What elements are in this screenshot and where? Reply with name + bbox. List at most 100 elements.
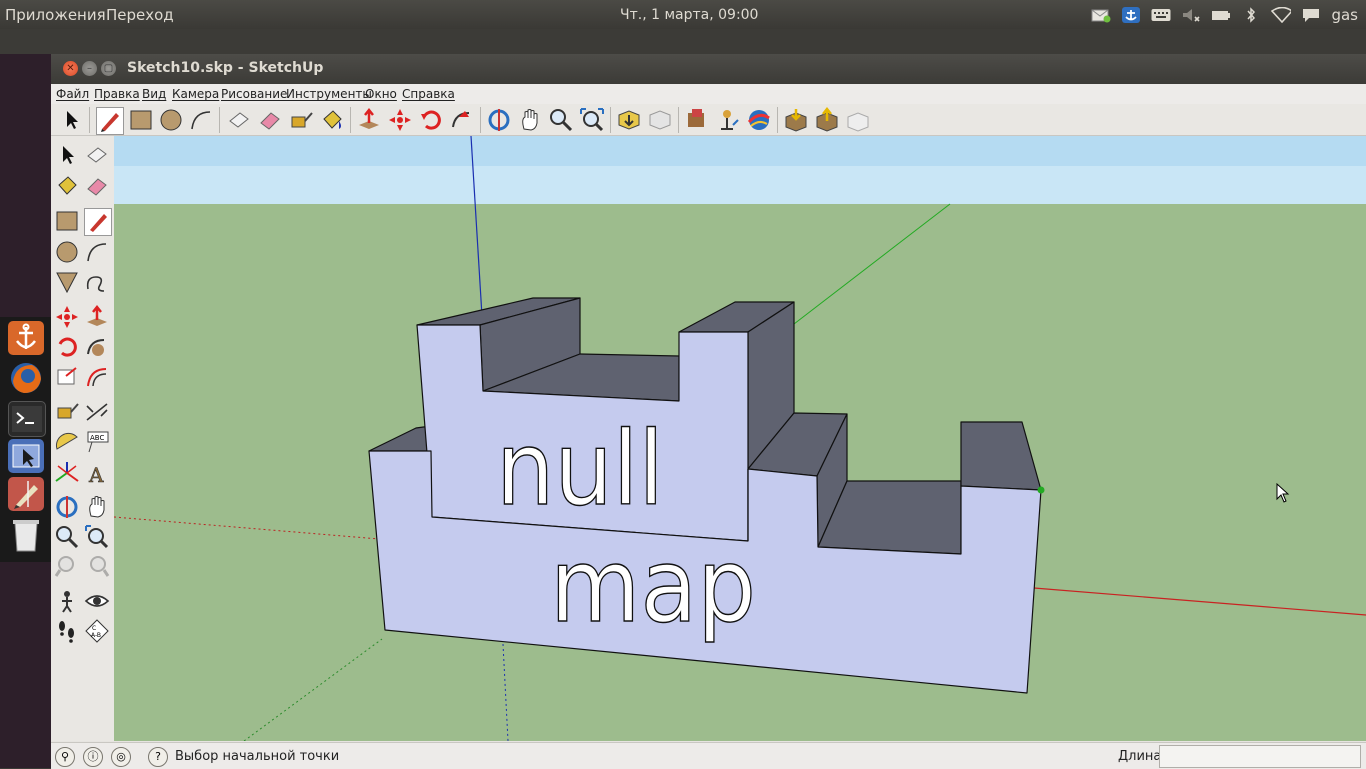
offset-icon[interactable] bbox=[84, 364, 110, 390]
chat-icon[interactable] bbox=[1301, 7, 1321, 23]
select-icon[interactable] bbox=[54, 142, 80, 168]
window-select-icon[interactable] bbox=[8, 439, 44, 473]
follow-me-icon[interactable] bbox=[84, 334, 110, 360]
trash-icon[interactable] bbox=[8, 515, 44, 552]
zoom-window-icon[interactable] bbox=[84, 524, 110, 550]
3d-viewport[interactable]: null map bbox=[114, 136, 1366, 741]
anchor-icon[interactable] bbox=[8, 321, 44, 355]
battery-icon[interactable] bbox=[1211, 7, 1231, 23]
firefox-icon[interactable] bbox=[8, 361, 44, 395]
3d-text-icon[interactable]: A bbox=[84, 460, 110, 488]
follow-me-icon[interactable] bbox=[449, 107, 475, 133]
mail-icon[interactable] bbox=[1091, 7, 1111, 23]
volume-muted-icon[interactable] bbox=[1181, 7, 1201, 23]
sketchup-icon[interactable] bbox=[8, 477, 44, 511]
wifi-icon[interactable] bbox=[1271, 6, 1292, 23]
make-component-icon[interactable] bbox=[84, 142, 110, 168]
circle-icon[interactable] bbox=[158, 107, 184, 133]
rotate-icon[interactable] bbox=[54, 334, 80, 360]
rectangle-icon[interactable] bbox=[128, 107, 154, 133]
polygon-icon[interactable] bbox=[54, 269, 80, 295]
google-earth-icon[interactable] bbox=[746, 107, 772, 133]
user-icon[interactable]: ◎ bbox=[111, 747, 131, 767]
component-icon[interactable] bbox=[684, 107, 710, 133]
menu-tools[interactable]: Инструменты bbox=[286, 87, 372, 101]
menu-file[interactable]: Файл bbox=[56, 87, 89, 101]
status-bar: ⚲ ⓘ ◎ ? Выбор начальной точки Длина bbox=[51, 742, 1366, 769]
place-model-icon[interactable] bbox=[715, 107, 741, 133]
move-icon[interactable] bbox=[387, 107, 413, 133]
eraser-block-icon[interactable] bbox=[226, 107, 252, 133]
zoom-extents-icon[interactable] bbox=[579, 107, 605, 133]
look-around-icon[interactable] bbox=[84, 588, 110, 614]
text-icon[interactable]: ABC bbox=[84, 429, 110, 455]
keyboard-icon[interactable] bbox=[1151, 7, 1171, 23]
geolocation-icon[interactable]: ⚲ bbox=[55, 747, 75, 767]
preview-icon[interactable] bbox=[845, 107, 871, 133]
close-button[interactable]: ✕ bbox=[63, 61, 78, 76]
walk-icon[interactable] bbox=[54, 618, 80, 644]
pencil-icon[interactable] bbox=[96, 107, 124, 135]
rotate-icon[interactable] bbox=[418, 107, 444, 133]
tape-measure-icon[interactable] bbox=[54, 398, 80, 424]
svg-text:A-B: A-B bbox=[91, 632, 101, 639]
window-titlebar[interactable]: ✕ – ▢ Sketch10.skp - SketchUp bbox=[51, 54, 1366, 84]
get-models-icon[interactable] bbox=[616, 107, 642, 133]
toolbar-separator bbox=[219, 107, 220, 133]
clock[interactable]: Чт., 1 марта, 09:00 bbox=[620, 7, 758, 23]
line-icon[interactable] bbox=[84, 208, 112, 236]
export-icon[interactable] bbox=[814, 106, 840, 133]
maximize-button[interactable]: ▢ bbox=[101, 61, 116, 76]
eraser-icon[interactable] bbox=[257, 107, 283, 133]
pan-icon[interactable] bbox=[517, 107, 543, 133]
import-icon[interactable] bbox=[783, 107, 809, 133]
menu-window[interactable]: Окно bbox=[365, 87, 397, 101]
protractor-icon[interactable] bbox=[54, 429, 80, 455]
share-model-icon[interactable] bbox=[647, 107, 673, 133]
select-icon[interactable] bbox=[58, 107, 84, 133]
panel-strip bbox=[0, 29, 1366, 54]
tape-icon[interactable] bbox=[288, 107, 314, 133]
position-camera-icon[interactable] bbox=[54, 588, 80, 614]
move-icon[interactable] bbox=[54, 304, 80, 330]
menubar: Файл Правка Вид Камера Рисование Инструм… bbox=[51, 84, 1366, 104]
zoom-icon[interactable] bbox=[548, 107, 574, 133]
menu-draw[interactable]: Рисование bbox=[221, 87, 287, 101]
paint-bucket-icon[interactable] bbox=[54, 173, 80, 199]
svg-text:C: C bbox=[92, 625, 96, 632]
axes-icon[interactable] bbox=[54, 460, 80, 486]
scale-icon[interactable] bbox=[54, 364, 80, 390]
freehand-icon[interactable] bbox=[84, 269, 110, 295]
arc-icon[interactable] bbox=[84, 239, 110, 265]
push-pull-icon[interactable] bbox=[84, 304, 110, 330]
circle-icon[interactable] bbox=[54, 239, 80, 265]
previous-view-icon[interactable] bbox=[54, 554, 80, 580]
menu-camera[interactable]: Камера bbox=[172, 87, 219, 101]
pan-icon[interactable] bbox=[84, 494, 110, 520]
applications-menu[interactable]: Приложения bbox=[5, 6, 106, 24]
dimension-icon[interactable] bbox=[84, 398, 110, 424]
toolbar-separator bbox=[610, 107, 611, 133]
help-icon[interactable]: ? bbox=[148, 747, 168, 767]
terminal-icon[interactable] bbox=[8, 401, 46, 437]
menu-view[interactable]: Вид bbox=[142, 87, 166, 101]
menu-edit[interactable]: Правка bbox=[94, 87, 140, 101]
menu-help[interactable]: Справка bbox=[402, 87, 455, 101]
credits-icon[interactable]: ⓘ bbox=[83, 747, 103, 767]
arc-icon[interactable] bbox=[188, 107, 214, 133]
next-view-icon[interactable] bbox=[84, 554, 110, 580]
rectangle-icon[interactable] bbox=[54, 208, 80, 234]
bluetooth-icon[interactable] bbox=[1241, 6, 1261, 23]
anchor-icon[interactable] bbox=[1121, 6, 1141, 23]
orbit-icon[interactable] bbox=[486, 107, 512, 133]
orbit-icon[interactable] bbox=[54, 494, 80, 520]
push-pull-icon[interactable] bbox=[356, 107, 382, 133]
places-menu[interactable]: Переход bbox=[106, 6, 174, 24]
section-plane-icon[interactable]: C A-B bbox=[84, 618, 110, 644]
zoom-icon[interactable] bbox=[54, 524, 80, 550]
minimize-button[interactable]: – bbox=[82, 61, 97, 76]
eraser-icon[interactable] bbox=[84, 173, 110, 199]
user-menu[interactable]: gas bbox=[1331, 6, 1358, 24]
paint-bucket-icon[interactable] bbox=[319, 107, 345, 133]
measurements-input[interactable] bbox=[1159, 745, 1361, 768]
